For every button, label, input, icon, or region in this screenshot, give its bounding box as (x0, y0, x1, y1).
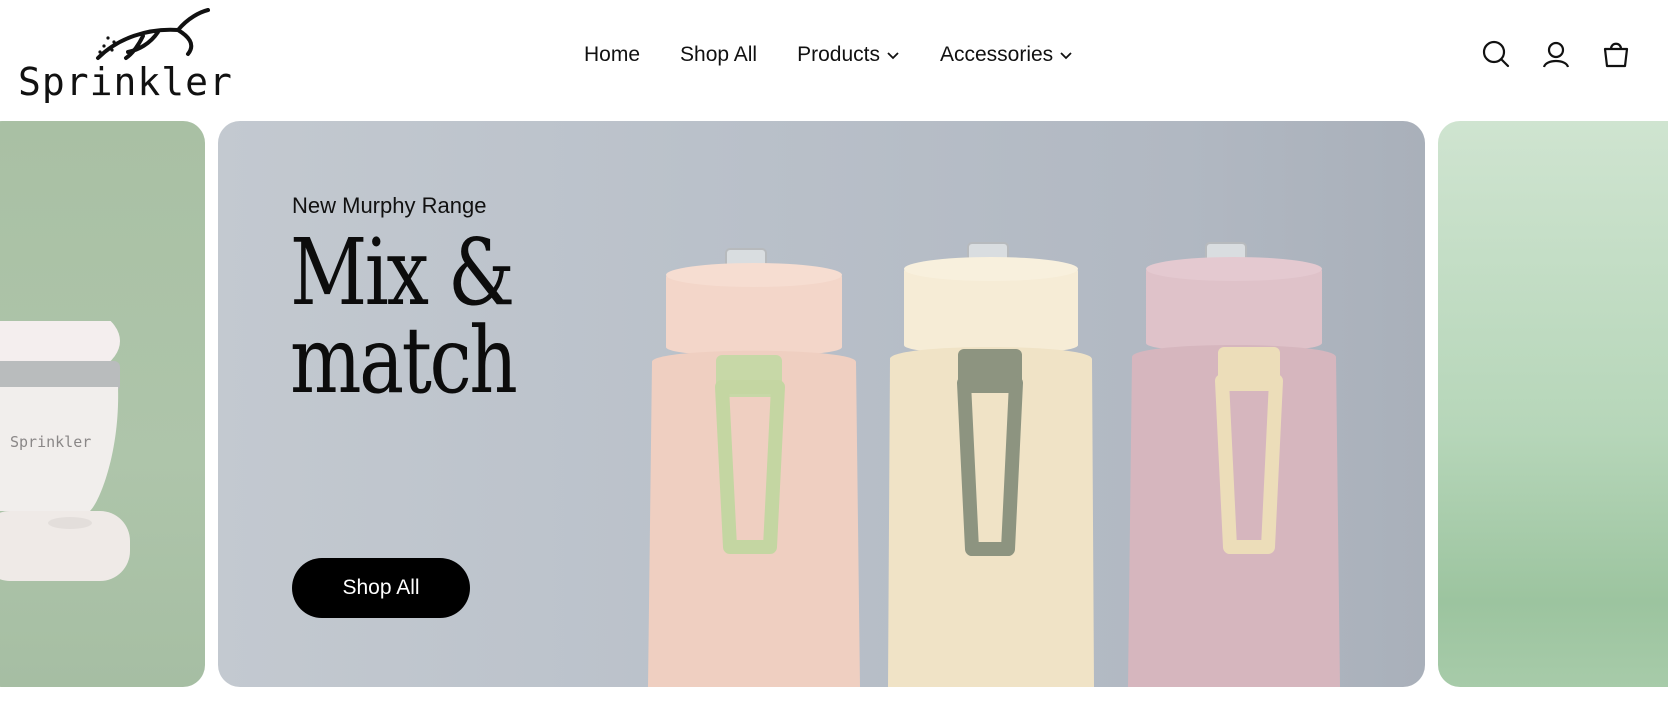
bottle-mauve (1126, 231, 1342, 687)
nav-item-shop-all[interactable]: Shop All (680, 40, 757, 70)
hero-headline-line1: Mix & (290, 219, 515, 326)
account-icon (1542, 41, 1570, 68)
hero-slide: New Murphy Range Mix & match Shop All (218, 121, 1425, 687)
account-button[interactable] (1542, 38, 1570, 70)
hero-headline: Mix & match (290, 219, 552, 414)
carousel-slide-previous[interactable]: Sprinkler (0, 121, 205, 687)
hero-headline-line2: match (290, 307, 518, 414)
cheetah-logo-icon (96, 8, 210, 60)
bottle-cream (886, 231, 1096, 687)
bottle-pink (646, 237, 862, 687)
chevron-down-icon (887, 52, 899, 60)
shop-all-button[interactable]: Shop All (292, 558, 470, 618)
grinder-product-image (0, 321, 130, 581)
grinder-brand-label: Sprinkler (10, 433, 92, 451)
nav-item-label: Home (584, 43, 641, 66)
search-button[interactable] (1482, 38, 1510, 70)
nav-item-label: Shop All (680, 43, 758, 66)
nav-item-products[interactable]: Products (797, 40, 900, 70)
site-header: Sprinkler Home Shop All Products Accesso… (0, 0, 1668, 120)
brand-wordmark: Sprinkler (18, 60, 233, 104)
cart-button[interactable] (1602, 38, 1630, 70)
cart-icon (1603, 42, 1629, 68)
header-icons (1482, 38, 1630, 70)
nav-item-label: Products (797, 43, 880, 66)
nav-item-accessories[interactable]: Accessories (940, 40, 1073, 70)
nav-item-home[interactable]: Home (584, 40, 640, 70)
main-nav: Home Shop All Products Accessories (584, 40, 1113, 70)
nav-item-label: Accessories (939, 43, 1054, 66)
carousel-slide-next[interactable] (1438, 121, 1668, 687)
hero-eyebrow: New Murphy Range (292, 193, 487, 218)
search-icon (1482, 40, 1510, 68)
chevron-down-icon (1060, 52, 1072, 60)
brand-logo[interactable]: Sprinkler (18, 8, 248, 104)
